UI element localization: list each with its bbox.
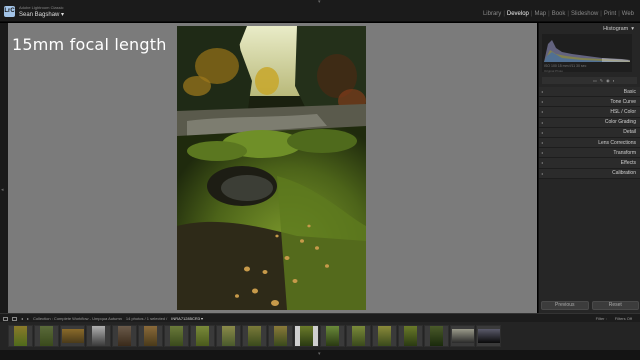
filmstrip-thumb[interactable] — [372, 325, 397, 347]
module-slideshow[interactable]: Slideshow — [569, 11, 600, 17]
tool-strip: ▭ ✎ ◉ ◐ — [542, 77, 637, 84]
histogram-label: Histogram — [603, 25, 629, 32]
collapse-triangle-icon: ▾ — [631, 25, 634, 32]
filter-label: Filter : — [595, 316, 607, 321]
section-color-grading[interactable]: ◂ Color Grading — [539, 117, 640, 128]
section-calibration[interactable]: ◂ Calibration — [539, 168, 640, 179]
module-web[interactable]: Web — [620, 11, 636, 17]
grid-view-icon[interactable] — [12, 316, 17, 321]
filmstrip-thumb[interactable] — [138, 325, 163, 347]
section-label: Color Grading — [604, 119, 636, 126]
filmstrip-thumb[interactable] — [320, 325, 345, 347]
photo-canvas[interactable]: 15mm focal length — [8, 23, 537, 313]
top-bar: LrC Adobe Lightroom Classic Sean Bagshaw… — [0, 0, 640, 22]
back-arrow-icon[interactable]: ◂ — [21, 316, 23, 321]
section-label: Tone Curve — [610, 98, 636, 105]
reset-button[interactable]: Reset — [591, 301, 639, 310]
section-label: Basic — [623, 88, 636, 95]
left-panel-collapsed[interactable]: ◂ — [0, 23, 8, 313]
lightroom-logo: LrC — [4, 6, 15, 17]
main-photo[interactable] — [177, 26, 366, 310]
previous-button[interactable]: Previous — [541, 301, 589, 310]
section-label: Calibration — [612, 170, 636, 177]
module-develop[interactable]: Develop — [505, 11, 531, 17]
panel-buttons: Previous Reset — [541, 301, 639, 310]
panel-sections: ◂ Basic ◂ Tone Curve ◂ HSL / Color ◂ Color G… — [539, 87, 640, 179]
filmstrip-thumb[interactable] — [86, 325, 111, 347]
second-window-icon[interactable] — [3, 316, 8, 321]
section-label: Lens Corrections — [598, 139, 636, 146]
filmstrip-thumb[interactable] — [450, 325, 475, 347]
section-label: Detail — [623, 129, 636, 136]
right-panel: Histogram ▾ ISO 100 15 mm f/11 30 sec Or… — [538, 23, 640, 313]
filmstrip-thumb[interactable] — [216, 325, 241, 347]
collection-path[interactable]: Collection : Complete Workflow - Umpqua … — [33, 316, 122, 321]
section-detail[interactable]: ◂ Detail — [539, 127, 640, 138]
filmstrip-thumb[interactable] — [8, 325, 33, 347]
masking-tool-icon[interactable]: ◐ — [613, 78, 615, 83]
filmstrip-thumb[interactable] — [346, 325, 371, 347]
module-book[interactable]: Book — [550, 11, 568, 17]
filmstrip-thumb[interactable] — [242, 325, 267, 347]
identity-plate[interactable]: Sean Bagshaw ▾ — [19, 11, 64, 18]
filmstrip-thumb[interactable] — [424, 325, 449, 347]
filmstrip-thumb[interactable] — [476, 325, 501, 347]
histogram[interactable]: ISO 100 15 mm f/11 30 sec Original Photo — [542, 34, 632, 73]
expand-left-panel-icon[interactable]: ◂ — [1, 187, 4, 193]
histogram-header[interactable]: Histogram ▾ — [539, 23, 640, 34]
healing-tool-icon[interactable]: ✎ — [600, 78, 603, 83]
collapse-top-arrow-icon[interactable]: ▾ — [318, 0, 321, 5]
filename[interactable]: INRA71285CR3 ▾ — [171, 316, 203, 321]
section-label: HSL / Color — [610, 108, 636, 115]
section-label: Effects — [620, 159, 636, 166]
filmstrip-thumb-selected[interactable] — [294, 325, 319, 347]
module-picker: Library | Develop | Map | Book | Slideshow | … — [481, 11, 636, 17]
section-hsl[interactable]: ◂ HSL / Color — [539, 107, 640, 118]
filmstrip-thumb[interactable] — [112, 325, 137, 347]
crop-tool-icon[interactable]: ▭ — [593, 78, 597, 83]
forest-stream-photo — [177, 26, 366, 310]
photo-count: 14 photos / 1 selected / — [125, 316, 168, 321]
section-lens-corrections[interactable]: ◂ Lens Corrections — [539, 137, 640, 149]
filmstrip-thumb[interactable] — [34, 325, 59, 347]
module-library[interactable]: Library — [481, 11, 503, 17]
redeye-tool-icon[interactable]: ◉ — [606, 78, 610, 83]
section-label: Transform — [613, 149, 636, 156]
section-tone-curve[interactable]: ◂ Tone Curve — [539, 97, 640, 108]
section-transform[interactable]: ◂ Transform — [539, 148, 640, 159]
filmstrip[interactable] — [0, 322, 640, 350]
filmstrip-thumb[interactable] — [268, 325, 293, 347]
overlay-caption: 15mm focal length — [12, 35, 167, 54]
module-map[interactable]: Map — [532, 11, 548, 17]
collapse-filmstrip-icon[interactable]: ▾ — [318, 351, 321, 357]
filter-dropdown[interactable]: Filters Off — [615, 316, 632, 321]
section-basic[interactable]: ◂ Basic — [539, 87, 640, 98]
filmstrip-thumb[interactable] — [164, 325, 189, 347]
filmstrip-header: ◂ ▸ Collection : Complete Workflow - Ump… — [0, 313, 640, 322]
filmstrip-thumb[interactable] — [190, 325, 215, 347]
filmstrip-thumb[interactable] — [398, 325, 423, 347]
original-photo-label: Original Photo — [544, 69, 564, 73]
forward-arrow-icon[interactable]: ▸ — [27, 316, 29, 321]
bottom-bar: ▾ — [0, 350, 640, 360]
module-print[interactable]: Print — [602, 11, 618, 17]
section-effects[interactable]: ◂ Effects — [539, 158, 640, 169]
histogram-info: ISO 100 15 mm f/11 30 sec — [544, 64, 587, 68]
filmstrip-thumb[interactable] — [60, 325, 85, 347]
app-name: Adobe Lightroom Classic — [19, 5, 64, 10]
